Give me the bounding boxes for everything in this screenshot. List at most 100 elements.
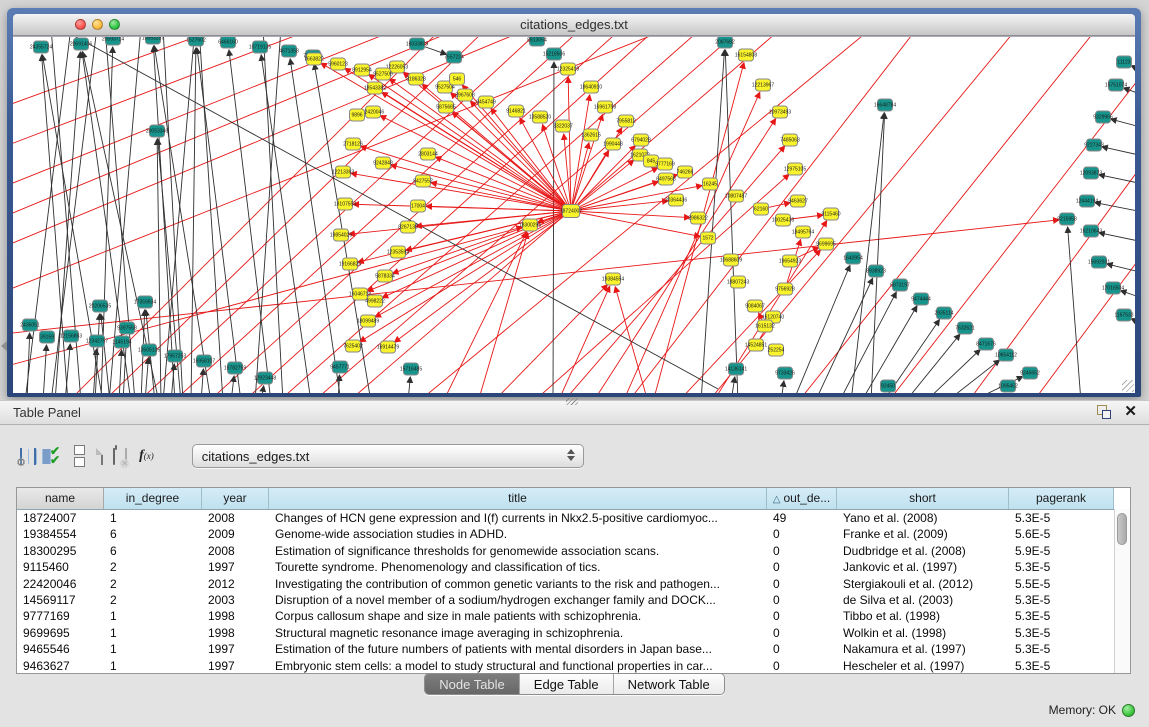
graph-node[interactable]: 9463627 [788, 195, 808, 207]
graph-node[interactable]: 92450 [881, 380, 896, 392]
graph-node[interactable]: 9457771 [330, 361, 350, 373]
graph-node[interactable]: 19384554 [602, 273, 624, 285]
graph-node[interactable]: 14524851 [745, 339, 767, 351]
graph-node[interactable]: 12213363 [332, 166, 354, 178]
graph-node[interactable]: 8454749 [476, 96, 496, 108]
graph-node[interactable]: 7632621 [955, 322, 975, 334]
tab-edge-table[interactable]: Edge Table [520, 674, 614, 694]
graph-node[interactable]: 9329966 [1093, 111, 1113, 123]
graph-node[interactable]: 1167533 [1114, 309, 1133, 321]
canvas-resize-grip[interactable] [1122, 380, 1134, 392]
graph-node[interactable]: 15751074 [1105, 79, 1127, 91]
graph-node[interactable]: 9115460 [821, 208, 840, 220]
graph-node[interactable]: 12325419 [557, 63, 579, 75]
graph-node[interactable]: 18495764 [792, 226, 814, 238]
minimize-window-icon[interactable] [92, 19, 103, 30]
graph-node[interactable]: 9245652 [1020, 367, 1040, 379]
graph-node[interactable]: 8471676 [976, 338, 996, 350]
graph-node[interactable]: 16245 [703, 178, 718, 190]
select-column-button[interactable] [34, 449, 36, 464]
collapsed-panel-arrow-icon[interactable] [1, 341, 7, 351]
graph-node[interactable]: 5875685 [436, 101, 456, 113]
graph-node[interactable]: 14136141 [725, 363, 747, 375]
graph-node[interactable]: 10807487 [725, 190, 747, 202]
graph-node[interactable]: 9146821 [506, 105, 526, 117]
graph-node[interactable]: 20053346 [146, 125, 168, 137]
graph-node[interactable]: 17004 [411, 200, 426, 212]
show-columns-button[interactable]: ✔✔ [50, 447, 60, 465]
graph-node[interactable]: 20593714 [102, 37, 124, 45]
graph-node[interactable]: 1990448 [603, 138, 623, 150]
scrollbar-thumb[interactable] [1117, 513, 1127, 545]
graph-node[interactable]: 20206535 [89, 300, 111, 312]
table-row[interactable]: 1938455462009Genome-wide association stu… [17, 526, 1130, 542]
graph-node[interactable]: 16961758 [594, 101, 616, 113]
graph-node[interactable]: 9397558 [117, 322, 137, 334]
delete-attribute-button[interactable] [113, 449, 115, 464]
tab-node-table[interactable]: Node Table [425, 674, 520, 694]
table-row[interactable]: 911546021997Tourette syndrome. Phenomeno… [17, 559, 1130, 575]
graph-node[interactable]: 20691406 [70, 38, 92, 50]
float-panel-icon[interactable] [1096, 404, 1112, 420]
column-header-out_degree[interactable]: △out_de... [767, 488, 837, 509]
graph-node[interactable]: 9527506 [373, 68, 393, 80]
delete-table-button[interactable] [125, 449, 127, 464]
graph-node[interactable]: 8322037 [553, 120, 573, 132]
graph-node[interactable]: 9777169 [655, 158, 675, 170]
graph-node[interactable]: 2087682 [715, 37, 735, 48]
graph-node[interactable]: 24355724 [30, 41, 52, 53]
graph-node[interactable]: 1615132 [755, 320, 775, 332]
graph-node[interactable]: 19166825 [339, 258, 361, 270]
new-attribute-button[interactable] [101, 449, 103, 464]
graph-node[interactable]: 252254 [768, 344, 785, 356]
graph-node[interactable]: 15218506 [543, 48, 565, 60]
graph-node[interactable]: 17359934 [134, 296, 156, 308]
tab-network-table[interactable]: Network Table [614, 674, 724, 694]
graph-node[interactable]: 12923448 [254, 372, 276, 384]
graph-node[interactable]: 546 [450, 73, 465, 85]
graph-node[interactable]: 18107553 [334, 198, 356, 210]
graph-node[interactable]: 7557224 [444, 51, 464, 63]
graph-node[interactable]: 2718126 [343, 138, 363, 150]
graph-node[interactable]: 6497568 [656, 173, 676, 185]
graph-node[interactable]: 9474444 [911, 293, 931, 305]
graph-node[interactable]: 5878334 [375, 270, 395, 282]
graph-node[interactable]: 16914479 [377, 341, 399, 353]
graph-node[interactable]: 9699695 [816, 238, 836, 250]
graph-node[interactable]: 2986322 [688, 212, 708, 224]
graph-node[interactable]: 1362615 [581, 129, 601, 141]
graph-node[interactable]: 15716485 [400, 363, 422, 375]
panel-splitter-handle[interactable] [566, 398, 578, 405]
graph-node[interactable]: 1640954 [843, 252, 863, 264]
graph-node[interactable]: 12156863 [60, 330, 82, 342]
close-window-icon[interactable] [75, 19, 86, 30]
graph-node[interactable]: 19854025 [330, 229, 352, 241]
table-row[interactable]: 946554611997Estimation of the future num… [17, 641, 1130, 657]
graph-node[interactable]: 9084067 [745, 300, 765, 312]
graph-node[interactable]: 1572 [701, 232, 716, 244]
function-builder-button[interactable]: f(x) [139, 448, 154, 464]
graph-node[interactable]: 16210643 [1080, 225, 1102, 237]
graph-node[interactable]: 12444194 [1076, 195, 1098, 207]
graph-node[interactable]: 6873197 [890, 279, 910, 291]
graph-node[interactable]: 16958107 [193, 355, 215, 367]
zoom-window-icon[interactable] [109, 19, 120, 30]
graph-node[interactable]: 15692931 [1088, 256, 1110, 268]
window-titlebar[interactable]: citations_edges.txt [13, 14, 1135, 36]
graph-node[interactable]: 8186328 [406, 73, 426, 85]
table-row[interactable]: 1872400712008Changes of HCN gene express… [17, 510, 1130, 526]
table-row[interactable]: 2242004622012Investigating the contribut… [17, 576, 1130, 592]
graph-node[interactable]: 8938923 [866, 265, 886, 277]
graph-node[interactable]: 62160 [754, 203, 769, 215]
table-settings-button[interactable]: ⚙ [20, 449, 22, 464]
graph-node[interactable]: 10688609 [720, 254, 742, 266]
graph-node[interactable]: 18640910 [580, 81, 602, 93]
graph-node[interactable]: 9242848 [373, 157, 393, 169]
table-row[interactable]: 1456911722003Disruption of a novel membe… [17, 592, 1130, 608]
graph-node[interactable]: 1527602 [186, 37, 206, 46]
graph-node[interactable]: 8267130 [398, 221, 418, 233]
table-row[interactable]: 1830029562008Estimation of significance … [17, 543, 1130, 559]
graph-node[interactable]: 7485063 [780, 134, 800, 146]
graph-node[interactable]: 9227343 [1084, 139, 1104, 151]
vertical-scrollbar[interactable] [1114, 509, 1130, 673]
